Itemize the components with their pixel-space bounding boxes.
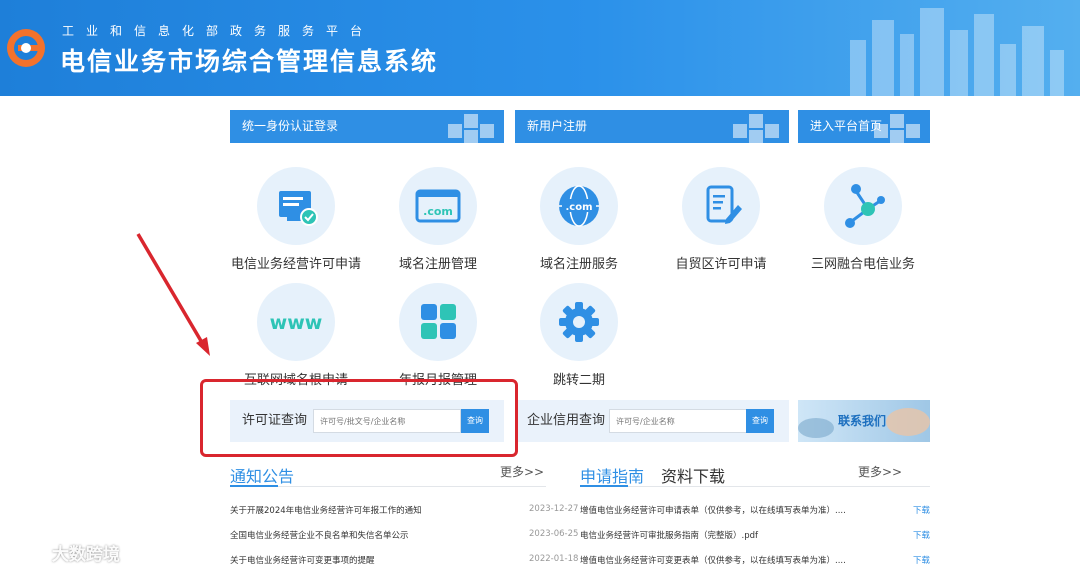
credit-search-label: 企业信用查询 [527, 413, 606, 428]
contact-us-label: 联系我们 [838, 414, 887, 428]
service-tile-domain-management[interactable]: .com 域名注册管理 [368, 167, 508, 287]
guide-item[interactable]: 增值电信业务经营许可变更表单（仅供参考，以在线填写表单为准）.... [580, 554, 880, 572]
service-icon-circle [257, 167, 335, 245]
notices-tab-underline [230, 485, 278, 487]
service-label: 跳转二期 [552, 373, 605, 388]
login-nav-label: 统一身份认证登录 [242, 119, 339, 133]
license-monitor-icon [279, 191, 318, 226]
guide-more-link[interactable]: 更多>> [858, 463, 902, 480]
cube-decoration-icon [874, 114, 920, 143]
service-icon-circle [399, 283, 477, 361]
service-icon-circle: .com [540, 167, 618, 245]
document-edit-icon [706, 185, 742, 224]
credit-search-panel: 企业信用查询 查询 [515, 400, 789, 442]
service-tile-triple-play[interactable]: 三网融合电信业务 [793, 167, 933, 287]
service-label: 三网融合电信业务 [810, 257, 915, 272]
header-title: 电信业务市场综合管理信息系统 [60, 47, 439, 76]
watermark: 大数跨境 [10, 540, 120, 565]
notice-item[interactable]: 关于开展2024年电信业务经营许可年报工作的通知 [230, 504, 520, 522]
contact-us-banner[interactable]: 联系我们 [798, 400, 930, 442]
svg-text:www: www [270, 312, 323, 334]
network-nodes-icon [845, 184, 885, 228]
guide-item[interactable]: 电信业务经营许可审批服务指南（完整版）.pdf [580, 529, 880, 547]
guide-download-link[interactable]: 下载 [913, 504, 930, 516]
tab-guide[interactable]: 申请指南 [580, 463, 644, 487]
credit-search-button[interactable]: 查询 [746, 409, 774, 433]
gear-icon [559, 302, 599, 342]
register-nav-button[interactable]: 新用户注册 [515, 110, 789, 143]
service-tile-telecom-license[interactable]: 电信业务经营许可申请 [226, 167, 366, 287]
service-icon-circle [540, 283, 618, 361]
service-icon-circle: .com [399, 167, 477, 245]
service-label: 域名注册服务 [539, 257, 618, 272]
login-nav-button[interactable]: 统一身份认证登录 [230, 110, 504, 143]
header-subtitle: 工业和信息化部政务服务平台 [62, 24, 375, 38]
service-tile-domain-service[interactable]: .com 域名注册服务 [509, 167, 649, 287]
guide-download-link[interactable]: 下载 [913, 554, 930, 566]
guide-download-link[interactable]: 下载 [913, 529, 930, 541]
service-label: 自贸区许可申请 [675, 257, 767, 272]
service-icon-circle [824, 167, 902, 245]
watermark-text: 大数跨境 [51, 545, 120, 565]
watermark-logo-icon [11, 547, 45, 561]
www-icon: www [270, 312, 323, 334]
cube-decoration-icon [733, 114, 779, 143]
svg-text:.com: .com [565, 202, 592, 213]
notices-more-link[interactable]: 更多>> [500, 463, 544, 480]
tab-downloads[interactable]: 资料下载 [661, 463, 725, 487]
home-nav-button[interactable]: 进入平台首页 [798, 110, 930, 143]
service-icon-circle: www [257, 283, 335, 361]
guide-tab-underline [580, 485, 628, 487]
register-nav-label: 新用户注册 [527, 119, 588, 133]
highlight-box [200, 379, 518, 457]
notice-date: 2023-06-25 [529, 529, 579, 539]
cube-decoration-icon [448, 114, 494, 143]
notice-item[interactable]: 关于电信业务经营许可变更事项的提醒 [230, 554, 520, 572]
site-header: 工业和信息化部政务服务平台 电信业务市场综合管理信息系统 [0, 0, 1080, 96]
notice-item[interactable]: 全国电信业务经营企业不良名单和失信名单公示 [230, 529, 520, 547]
notice-date: 2023-12-27 [529, 504, 579, 514]
credit-search-input[interactable] [609, 409, 747, 433]
ministry-logo-icon [7, 29, 45, 67]
service-label: 域名注册管理 [398, 257, 477, 272]
tab-notices[interactable]: 通知公告 [230, 463, 294, 487]
dotcom-globe-icon: .com [559, 185, 599, 227]
notice-date: 2022-01-18 [529, 554, 579, 564]
grid-tiles-icon [421, 304, 456, 339]
dotcom-window-icon: .com [415, 189, 461, 223]
service-tile-phase-two[interactable]: 跳转二期 [509, 283, 649, 403]
service-label: 电信业务经营许可申请 [230, 257, 361, 272]
page-root: 工业和信息化部政务服务平台 电信业务市场综合管理信息系统 统一身份认证登录 新用… [0, 0, 1080, 574]
svg-text:.com: .com [423, 205, 453, 218]
guide-item[interactable]: 增值电信业务经营许可申请表单（仅供参考，以在线填写表单为准）.... [580, 504, 880, 522]
guide-divider [580, 486, 930, 487]
service-icon-circle [682, 167, 760, 245]
skyline-decoration [850, 8, 1064, 96]
service-tile-ftz-license[interactable]: 自贸区许可申请 [651, 167, 791, 287]
